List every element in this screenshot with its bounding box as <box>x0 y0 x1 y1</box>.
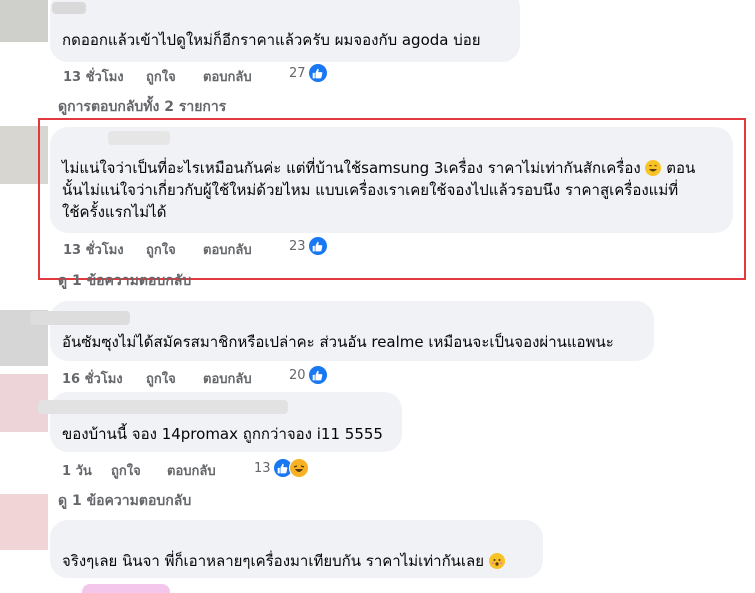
comment-text: อันซัมซุงไม่ได้สมัครสมาชิกหรือเปล่าคะ ส่… <box>62 333 614 351</box>
author-name-blurred <box>52 2 86 14</box>
highlight-box <box>38 118 746 280</box>
thumbs-up-icon <box>308 366 327 384</box>
comment-bubble: กดออกแล้วเข้าไปดูใหม่ก็อีกราคาแล้วครับ ผ… <box>50 0 520 62</box>
like-link[interactable]: ถูกใจ <box>146 368 176 389</box>
comment-bubble: จริงๆเลย นินจา พี่ก็เอาหลายๆเครื่องมาเที… <box>50 520 543 578</box>
avatar[interactable] <box>0 494 48 550</box>
comment-text: กดออกแล้วเข้าไปดูใหม่ก็อีกราคาแล้วครับ ผ… <box>62 31 481 49</box>
comment-bubble: ของบ้านนี้ จอง 14promax ถูกกว่าจอง i11 5… <box>38 392 402 452</box>
reply-link[interactable]: ตอบกลับ <box>203 66 252 87</box>
reaction-count: 20 <box>289 367 306 383</box>
laughing-face-icon <box>288 458 309 478</box>
reply-link[interactable]: ตอบกลับ <box>167 460 216 481</box>
view-replies-link[interactable]: ดูการตอบกลับทั้ง 2 รายการ <box>58 96 226 118</box>
comment-time[interactable]: 13 ชั่วโมง <box>63 66 124 87</box>
avatar[interactable] <box>0 0 48 42</box>
comment-actions: 1 วัน ถูกใจ ตอบกลับ <box>62 460 262 481</box>
comment-time[interactable]: 16 ชั่วโมง <box>62 368 123 389</box>
reaction-summary[interactable]: 13 <box>254 458 309 478</box>
view-replies-link[interactable]: ดู 1 ข้อความตอบกลับ <box>58 490 191 512</box>
author-name-blurred <box>38 400 288 414</box>
comment-text: ของบ้านนี้ จอง 14promax ถูกกว่าจอง i11 5… <box>62 425 383 443</box>
view-replies-link[interactable]: ดู 1 ข้อความตอบกลับ <box>58 270 191 292</box>
author-name-blurred <box>30 311 130 325</box>
reaction-summary[interactable]: 20 <box>289 366 327 384</box>
reaction-count: 13 <box>254 460 271 476</box>
comment-time[interactable]: 1 วัน <box>62 460 92 481</box>
sticker-partial <box>82 584 170 593</box>
reply-link[interactable]: ตอบกลับ <box>203 368 252 389</box>
reaction-summary[interactable]: 27 <box>289 64 327 82</box>
reaction-count: 27 <box>289 65 306 81</box>
blushing-face-emoji <box>488 553 505 569</box>
thumbs-up-icon <box>308 64 327 82</box>
like-link[interactable]: ถูกใจ <box>111 460 141 481</box>
like-link[interactable]: ถูกใจ <box>146 66 176 87</box>
comment-bubble: อันซัมซุงไม่ได้สมัครสมาชิกหรือเปล่าคะ ส่… <box>30 301 654 361</box>
comment-text: จริงๆเลย นินจา พี่ก็เอาหลายๆเครื่องมาเที… <box>62 550 505 572</box>
